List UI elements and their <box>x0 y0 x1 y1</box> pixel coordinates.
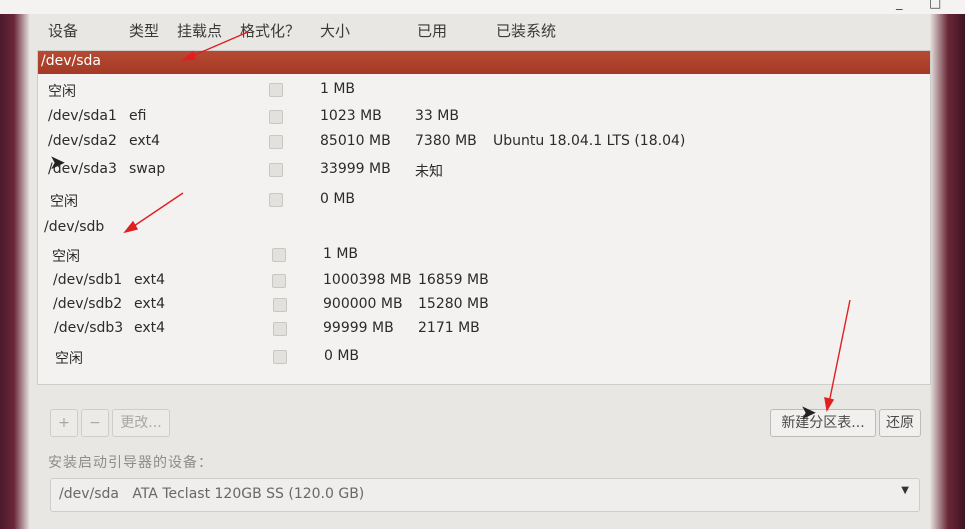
row-size: 1000398 MB <box>323 272 412 288</box>
table-row[interactable]: /dev/sdb2 ext4 900000 MB 15280 MB <box>38 294 930 316</box>
row-device: /dev/sdb3 <box>54 320 124 336</box>
row-used: 7380 MB <box>415 133 477 149</box>
format-checkbox[interactable] <box>269 110 283 124</box>
row-device: 空闲 <box>55 351 83 367</box>
row-device: /dev/sdb1 <box>53 272 123 288</box>
bootloader-device-path: /dev/sda <box>59 486 119 502</box>
row-device: /dev/sdb <box>44 219 105 235</box>
format-checkbox[interactable] <box>272 248 286 262</box>
row-type: swap <box>129 161 166 177</box>
format-checkbox[interactable] <box>269 83 283 97</box>
maximize-icon[interactable]: □ <box>929 0 941 11</box>
add-partition-button[interactable]: + <box>50 409 78 437</box>
row-type: ext4 <box>129 133 161 149</box>
bootloader-device-label: 安装启动引导器的设备： <box>48 455 213 471</box>
row-device: 空闲 <box>48 84 76 100</box>
format-checkbox[interactable] <box>272 274 286 288</box>
column-header-mount[interactable]: 挂载点 <box>177 20 222 41</box>
row-size: 1 MB <box>320 81 356 97</box>
change-partition-button[interactable]: 更改... <box>112 409 170 437</box>
column-header-format[interactable]: 格式化？ <box>240 20 300 41</box>
format-checkbox[interactable] <box>269 135 283 149</box>
new-partition-table-button[interactable]: 新建分区表... <box>770 409 876 437</box>
bootloader-device-value: /dev/sda ATA Teclast 120GB SS (120.0 GB) <box>59 486 364 502</box>
column-header-used[interactable]: 已用 <box>417 20 447 41</box>
row-size: 900000 MB <box>323 296 403 312</box>
row-used: 15280 MB <box>418 296 489 312</box>
mouse-cursor-icon: ➤ <box>49 150 66 174</box>
minimize-icon[interactable]: _ <box>896 0 903 11</box>
format-checkbox[interactable] <box>269 163 283 177</box>
table-row[interactable]: 空闲 1 MB <box>38 244 930 266</box>
row-device: /dev/sda1 <box>48 108 117 124</box>
table-row-sda[interactable]: /dev/sda <box>38 51 930 74</box>
table-row[interactable]: /dev/sda2 ext4 85010 MB 7380 MB Ubuntu 1… <box>38 131 930 153</box>
row-type: ext4 <box>134 320 166 336</box>
bootloader-device-select[interactable]: /dev/sda ATA Teclast 120GB SS (120.0 GB)… <box>50 478 920 512</box>
format-checkbox[interactable] <box>273 350 287 364</box>
format-checkbox[interactable] <box>273 322 287 336</box>
table-row[interactable]: /dev/sdb3 ext4 99999 MB 2171 MB <box>38 318 930 340</box>
column-header-installed-system[interactable]: 已装系统 <box>496 20 556 41</box>
row-size: 0 MB <box>320 191 356 207</box>
table-row[interactable]: 空闲 0 MB <box>38 189 930 211</box>
row-installed-system: Ubuntu 18.04.1 LTS (18.04) <box>493 133 686 149</box>
top-bar: _ □ <box>0 0 965 14</box>
table-row[interactable]: /dev/sda1 efi 1023 MB 33 MB <box>38 106 930 128</box>
row-type: ext4 <box>134 296 166 312</box>
remove-partition-button[interactable]: − <box>81 409 109 437</box>
row-used: 33 MB <box>415 108 459 124</box>
row-device: 空闲 <box>50 194 78 210</box>
table-row[interactable]: 空闲 1 MB <box>38 79 930 101</box>
partition-table: /dev/sda 空闲 1 MB /dev/sda1 efi 1023 MB 3… <box>37 50 931 385</box>
row-size: 1 MB <box>323 246 359 262</box>
column-header-size[interactable]: 大小 <box>320 20 350 41</box>
row-used: 16859 MB <box>418 272 489 288</box>
dropdown-arrow-icon: ▼ <box>901 485 909 496</box>
row-size: 85010 MB <box>320 133 391 149</box>
column-header-type[interactable]: 类型 <box>129 20 159 41</box>
row-device: 空闲 <box>52 249 80 265</box>
row-used: 2171 MB <box>418 320 480 336</box>
table-row-sdb[interactable]: /dev/sdb <box>38 217 930 239</box>
format-checkbox[interactable] <box>269 193 283 207</box>
row-size: 33999 MB <box>320 161 391 177</box>
row-size: 99999 MB <box>323 320 394 336</box>
bootloader-device-description: ATA Teclast 120GB SS (120.0 GB) <box>132 486 365 502</box>
row-type: efi <box>129 108 147 124</box>
revert-button[interactable]: 还原 <box>879 409 921 437</box>
row-device: /dev/sdb2 <box>53 296 123 312</box>
row-used: 未知 <box>415 164 443 180</box>
row-device: /dev/sda <box>41 53 101 69</box>
row-size: 0 MB <box>324 348 360 364</box>
mouse-cursor-icon: ➤ <box>800 400 817 424</box>
column-header-device[interactable]: 设备 <box>48 20 78 41</box>
format-checkbox[interactable] <box>273 298 287 312</box>
table-row[interactable]: /dev/sdb1 ext4 1000398 MB 16859 MB <box>38 270 930 292</box>
row-size: 1023 MB <box>320 108 382 124</box>
table-row[interactable]: /dev/sda3 swap 33999 MB 未知 <box>38 159 930 181</box>
row-type: ext4 <box>134 272 166 288</box>
table-row[interactable]: 空闲 0 MB <box>38 346 930 368</box>
row-device: /dev/sda2 <box>48 133 117 149</box>
